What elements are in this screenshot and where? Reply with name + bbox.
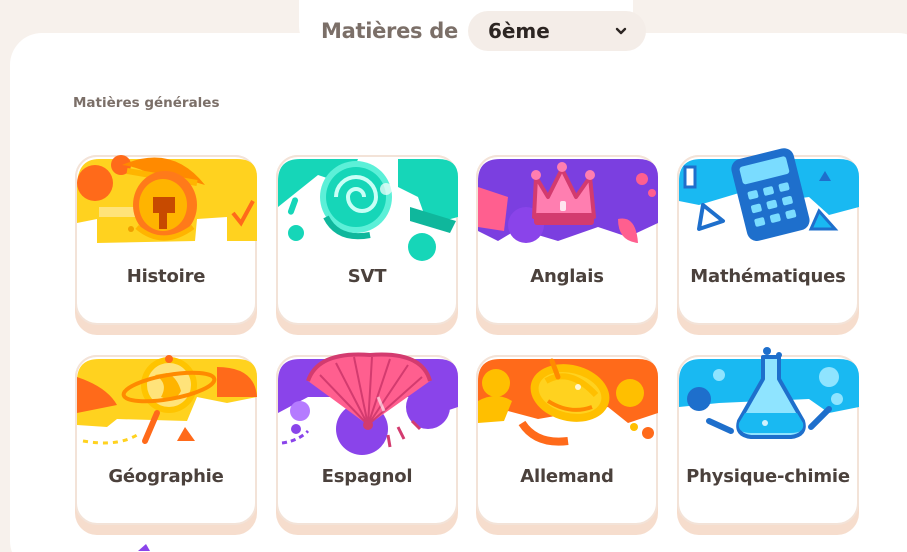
subject-card-svt[interactable]: SVT [276, 155, 458, 335]
pretzel-icon [478, 358, 658, 446]
card-face: SVT [276, 155, 458, 325]
card-face: Physique-chimie [677, 347, 859, 525]
card-face: Allemand [476, 355, 658, 525]
subject-label: Mathématiques [690, 266, 846, 287]
calculator-icon [679, 148, 859, 241]
subject-card-physique-chimie[interactable]: Physique-chimie [677, 347, 859, 535]
globe-icon [77, 355, 257, 445]
subject-label: Physique-chimie [686, 466, 850, 487]
flask-icon [679, 347, 859, 439]
header-label: Matières de [321, 19, 458, 43]
subject-label: Histoire [126, 266, 206, 287]
level-select-value: 6ème [487, 19, 550, 43]
subject-label: Géographie [108, 466, 224, 487]
subject-card-histoire[interactable]: Histoire [75, 155, 257, 335]
subject-card-anglais[interactable]: Anglais [476, 155, 658, 335]
section-title: Matières générales [73, 95, 220, 111]
subject-card-geographie[interactable]: Géographie [75, 355, 257, 535]
chevron-down-icon [615, 27, 627, 35]
level-select[interactable]: 6ème [467, 11, 646, 51]
subject-label: Espagnol [321, 466, 413, 487]
subject-card-espagnol[interactable]: Espagnol [276, 352, 458, 535]
crown-icon [478, 159, 658, 243]
card-face: Mathématiques [677, 148, 859, 325]
card-face: Espagnol [276, 352, 458, 525]
subject-label: Allemand [520, 466, 614, 487]
subject-card-allemand[interactable]: Allemand [476, 355, 658, 535]
level-header: Matières de 6ème [299, 8, 646, 54]
card-face: Anglais [476, 155, 658, 325]
subject-card-mathematiques[interactable]: Mathématiques [677, 148, 859, 335]
next-row-art-peek [138, 544, 150, 551]
spartan-helmet-icon [77, 155, 257, 243]
nautilus-shell-icon [278, 159, 458, 261]
hand-fan-icon [278, 352, 458, 455]
card-face: Géographie [75, 355, 257, 525]
card-face: Histoire [75, 155, 257, 325]
subject-label: SVT [347, 266, 387, 287]
subject-label: Anglais [530, 266, 604, 287]
